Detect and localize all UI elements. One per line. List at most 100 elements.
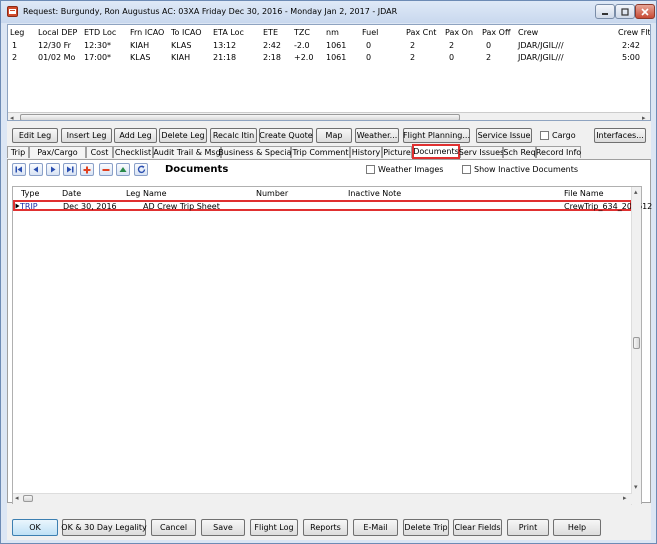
scroll-left-icon[interactable]: ◂	[10, 114, 14, 120]
col-type[interactable]: Type	[21, 189, 39, 198]
tab-history[interactable]: History	[350, 146, 382, 158]
up-arrow-icon	[119, 167, 127, 172]
close-button[interactable]	[635, 4, 655, 19]
documents-panel: Documents Weather Images Show Inactive D…	[7, 159, 652, 505]
recalc-itin-button[interactable]: Recalc Itin	[210, 128, 257, 143]
col-etd-loc[interactable]: ETD Loc	[84, 28, 116, 37]
tab-picture[interactable]: Picture	[382, 146, 412, 158]
clear-fields-button[interactable]: Clear Fields	[453, 519, 502, 536]
tab-serv-issues[interactable]: Serv Issues	[459, 146, 504, 158]
minimize-button[interactable]	[595, 4, 615, 19]
email-button[interactable]: E-Mail	[353, 519, 398, 536]
tab-business-special[interactable]: Business & Special	[218, 146, 294, 158]
col-to-icao[interactable]: To ICAO	[171, 28, 202, 37]
tab-trip-comment[interactable]: Trip Comment	[291, 146, 350, 158]
refresh-icon	[137, 165, 145, 174]
app-icon	[7, 6, 18, 17]
documents-horizontal-scrollbar[interactable]: ◂ ▸	[13, 493, 632, 504]
insert-leg-button[interactable]: Insert Leg	[61, 128, 112, 143]
trip-request-window: Request: Burgundy, Ron Augustus AC: 03XA…	[0, 0, 657, 544]
edit-leg-button[interactable]: Edit Leg	[12, 128, 58, 143]
delete-record-button[interactable]	[99, 163, 113, 176]
tab-trip[interactable]: Trip	[7, 146, 29, 158]
table-row[interactable]: TRIP Dec 30, 2016 AD Crew Trip Sheet Cre…	[13, 200, 652, 211]
col-file-name[interactable]: File Name	[564, 189, 604, 198]
col-pax-on[interactable]: Pax On	[445, 28, 473, 37]
ok-button[interactable]: OK	[12, 519, 58, 536]
col-pax-cnt[interactable]: Pax Cnt	[406, 28, 436, 37]
scroll-left-icon[interactable]: ◂	[15, 494, 19, 502]
scroll-down-icon[interactable]: ▾	[634, 483, 638, 491]
tab-checklist[interactable]: Checklist	[113, 146, 153, 158]
col-frn-icao[interactable]: Frn ICAO	[130, 28, 164, 37]
delete-trip-button[interactable]: Delete Trip	[403, 519, 449, 536]
reports-button[interactable]: Reports	[303, 519, 348, 536]
delete-leg-button[interactable]: Delete Leg	[159, 128, 207, 143]
show-inactive-checkbox[interactable]	[462, 165, 471, 174]
window-title: Request: Burgundy, Ron Augustus AC: 03XA…	[23, 7, 398, 16]
tab-record-info[interactable]: Record Info	[536, 146, 581, 158]
tab-cost[interactable]: Cost	[86, 146, 113, 158]
minimize-icon	[602, 12, 608, 15]
tab-pax-cargo[interactable]: Pax/Cargo	[29, 146, 86, 158]
create-quote-button[interactable]: Create Quote	[259, 128, 313, 143]
weather-images-label: Weather Images	[378, 165, 444, 174]
scroll-right-icon[interactable]: ▸	[642, 114, 646, 120]
refresh-button[interactable]	[134, 163, 148, 176]
table-row[interactable]: 2 01/02 Mo 17:00* KLAS KIAH 21:18 2:18 +…	[8, 52, 650, 63]
scroll-up-icon[interactable]: ▴	[634, 188, 638, 196]
flight-log-button[interactable]: Flight Log	[250, 519, 298, 536]
col-inactive-note[interactable]: Inactive Note	[348, 189, 401, 198]
first-record-button[interactable]	[12, 163, 26, 176]
col-doc-leg[interactable]: Leg	[126, 189, 140, 198]
ok-30-day-legality-button[interactable]: OK & 30 Day Legality	[61, 519, 147, 536]
col-crew-flt[interactable]: Crew Flt	[618, 28, 650, 37]
col-nm[interactable]: nm	[326, 28, 339, 37]
maximize-button[interactable]	[615, 4, 635, 19]
save-button[interactable]: Save	[201, 519, 245, 536]
table-row[interactable]: 1 12/30 Fr 12:30* KIAH KLAS 13:12 2:42 -…	[8, 40, 650, 51]
minus-icon	[102, 168, 110, 171]
documents-vertical-scrollbar[interactable]: ▴ ▾	[631, 187, 641, 505]
col-number[interactable]: Number	[256, 189, 288, 198]
next-icon	[51, 166, 56, 173]
interfaces-button[interactable]: Interfaces...	[594, 128, 646, 143]
flight-planning-button[interactable]: Flight Planning...	[403, 128, 470, 143]
col-crew[interactable]: Crew	[518, 28, 538, 37]
col-ete[interactable]: ETE	[263, 28, 278, 37]
tab-audit-trail[interactable]: Audit Trail & Msg	[153, 146, 221, 158]
post-record-button[interactable]	[116, 163, 130, 176]
scroll-thumb[interactable]	[20, 114, 460, 120]
cargo-checkbox[interactable]	[540, 131, 549, 140]
weather-button[interactable]: Weather...	[355, 128, 399, 143]
service-issue-button[interactable]: Service Issue	[476, 128, 532, 143]
col-tzc[interactable]: TZC	[294, 28, 310, 37]
scroll-thumb[interactable]	[633, 337, 640, 349]
col-eta-loc[interactable]: ETA Loc	[213, 28, 244, 37]
map-button[interactable]: Map	[316, 128, 352, 143]
col-pax-off[interactable]: Pax Off	[482, 28, 510, 37]
tab-documents[interactable]: Documents	[412, 144, 460, 159]
weather-images-checkbox[interactable]	[366, 165, 375, 174]
col-date[interactable]: Date	[62, 189, 81, 198]
col-leg[interactable]: Leg	[10, 28, 24, 37]
prev-record-button[interactable]	[29, 163, 43, 176]
maximize-icon	[621, 7, 629, 16]
next-record-button[interactable]	[46, 163, 60, 176]
plus-icon	[83, 166, 91, 173]
scroll-right-icon[interactable]: ▸	[623, 494, 627, 502]
col-local-dep[interactable]: Local DEP	[38, 28, 77, 37]
legs-horizontal-scrollbar[interactable]: ◂ ▸	[8, 112, 650, 120]
add-record-button[interactable]	[80, 163, 94, 176]
help-button[interactable]: Help	[553, 519, 601, 536]
add-leg-button[interactable]: Add Leg	[114, 128, 157, 143]
print-button[interactable]: Print	[507, 519, 549, 536]
col-name[interactable]: Name	[143, 189, 167, 198]
cancel-button[interactable]: Cancel	[151, 519, 196, 536]
legs-header: Leg Local DEP ETD Loc Frn ICAO To ICAO E…	[8, 25, 650, 39]
tab-sch-req[interactable]: Sch Req	[503, 146, 536, 158]
scroll-thumb[interactable]	[23, 495, 33, 502]
col-fuel[interactable]: Fuel	[362, 28, 378, 37]
last-record-button[interactable]	[63, 163, 77, 176]
show-inactive-label: Show Inactive Documents	[474, 165, 579, 174]
